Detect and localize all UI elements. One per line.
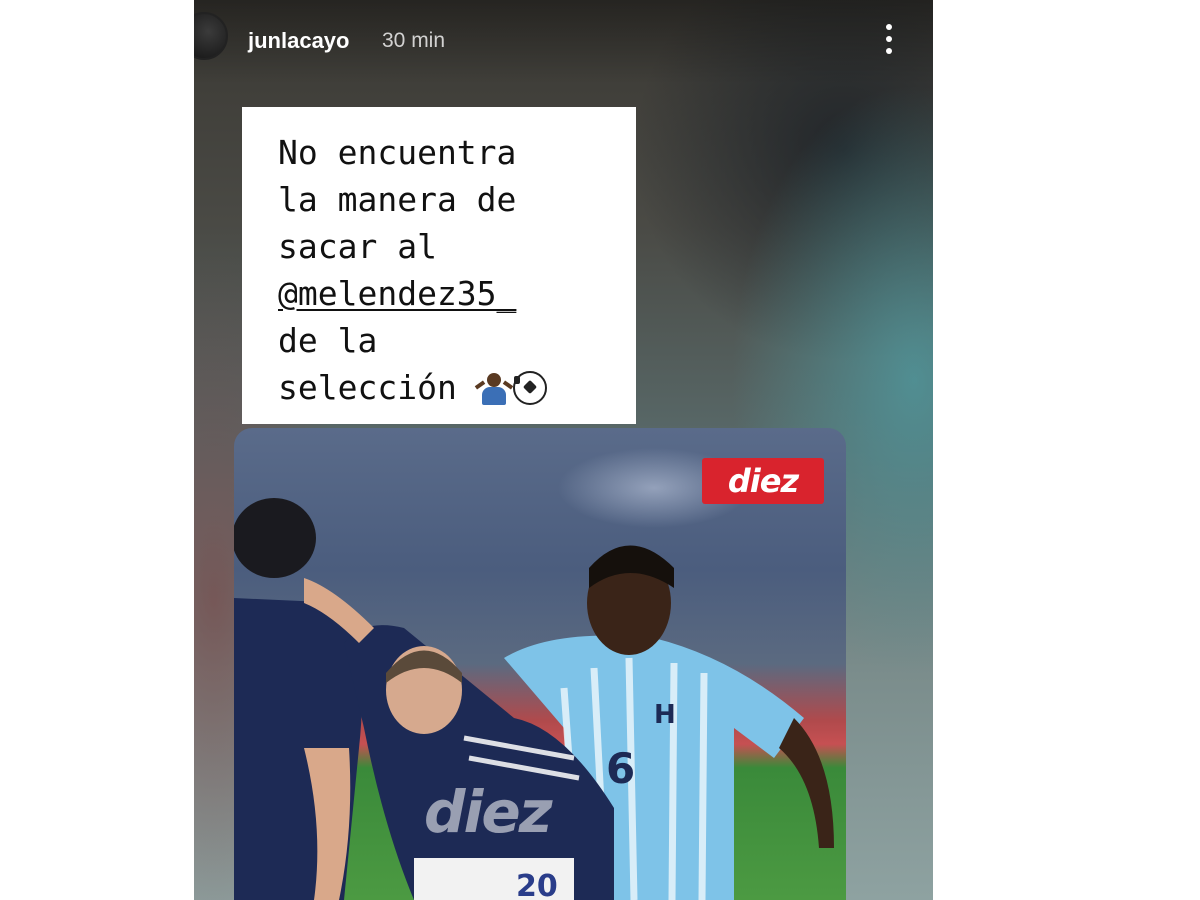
username[interactable]: junlacayo	[248, 28, 349, 54]
diez-logo: diez	[702, 458, 824, 504]
sticker-line: de la	[278, 321, 378, 360]
soccer-ball-icon	[512, 371, 547, 405]
post-time: 30 min	[382, 29, 446, 52]
sticker-line: la manera de	[278, 180, 517, 219]
diez-watermark: diez	[424, 778, 552, 846]
jersey-number-20: 20	[516, 869, 558, 900]
left-player-hair	[234, 498, 316, 578]
person-shrugging-icon	[474, 371, 513, 405]
story-header: junlacayo 30 min	[194, 0, 933, 84]
story-viewer[interactable]: junlacayo 30 min No encuentra la manera …	[194, 0, 933, 900]
avatar[interactable]	[194, 12, 228, 60]
jersey-number-6: 6	[606, 744, 635, 793]
sticker-line: selección	[278, 368, 457, 407]
sticker-line: sacar al	[278, 227, 437, 266]
more-vertical-icon[interactable]	[880, 22, 900, 56]
shared-photo[interactable]: H 6 20 diez diez	[234, 428, 846, 900]
sticker-line: No encuentra	[278, 133, 517, 172]
honduras-crest: H	[654, 700, 676, 730]
mention-link[interactable]: @melendez35_	[278, 274, 516, 313]
text-sticker: No encuentra la manera de sacar al @mele…	[242, 107, 636, 424]
